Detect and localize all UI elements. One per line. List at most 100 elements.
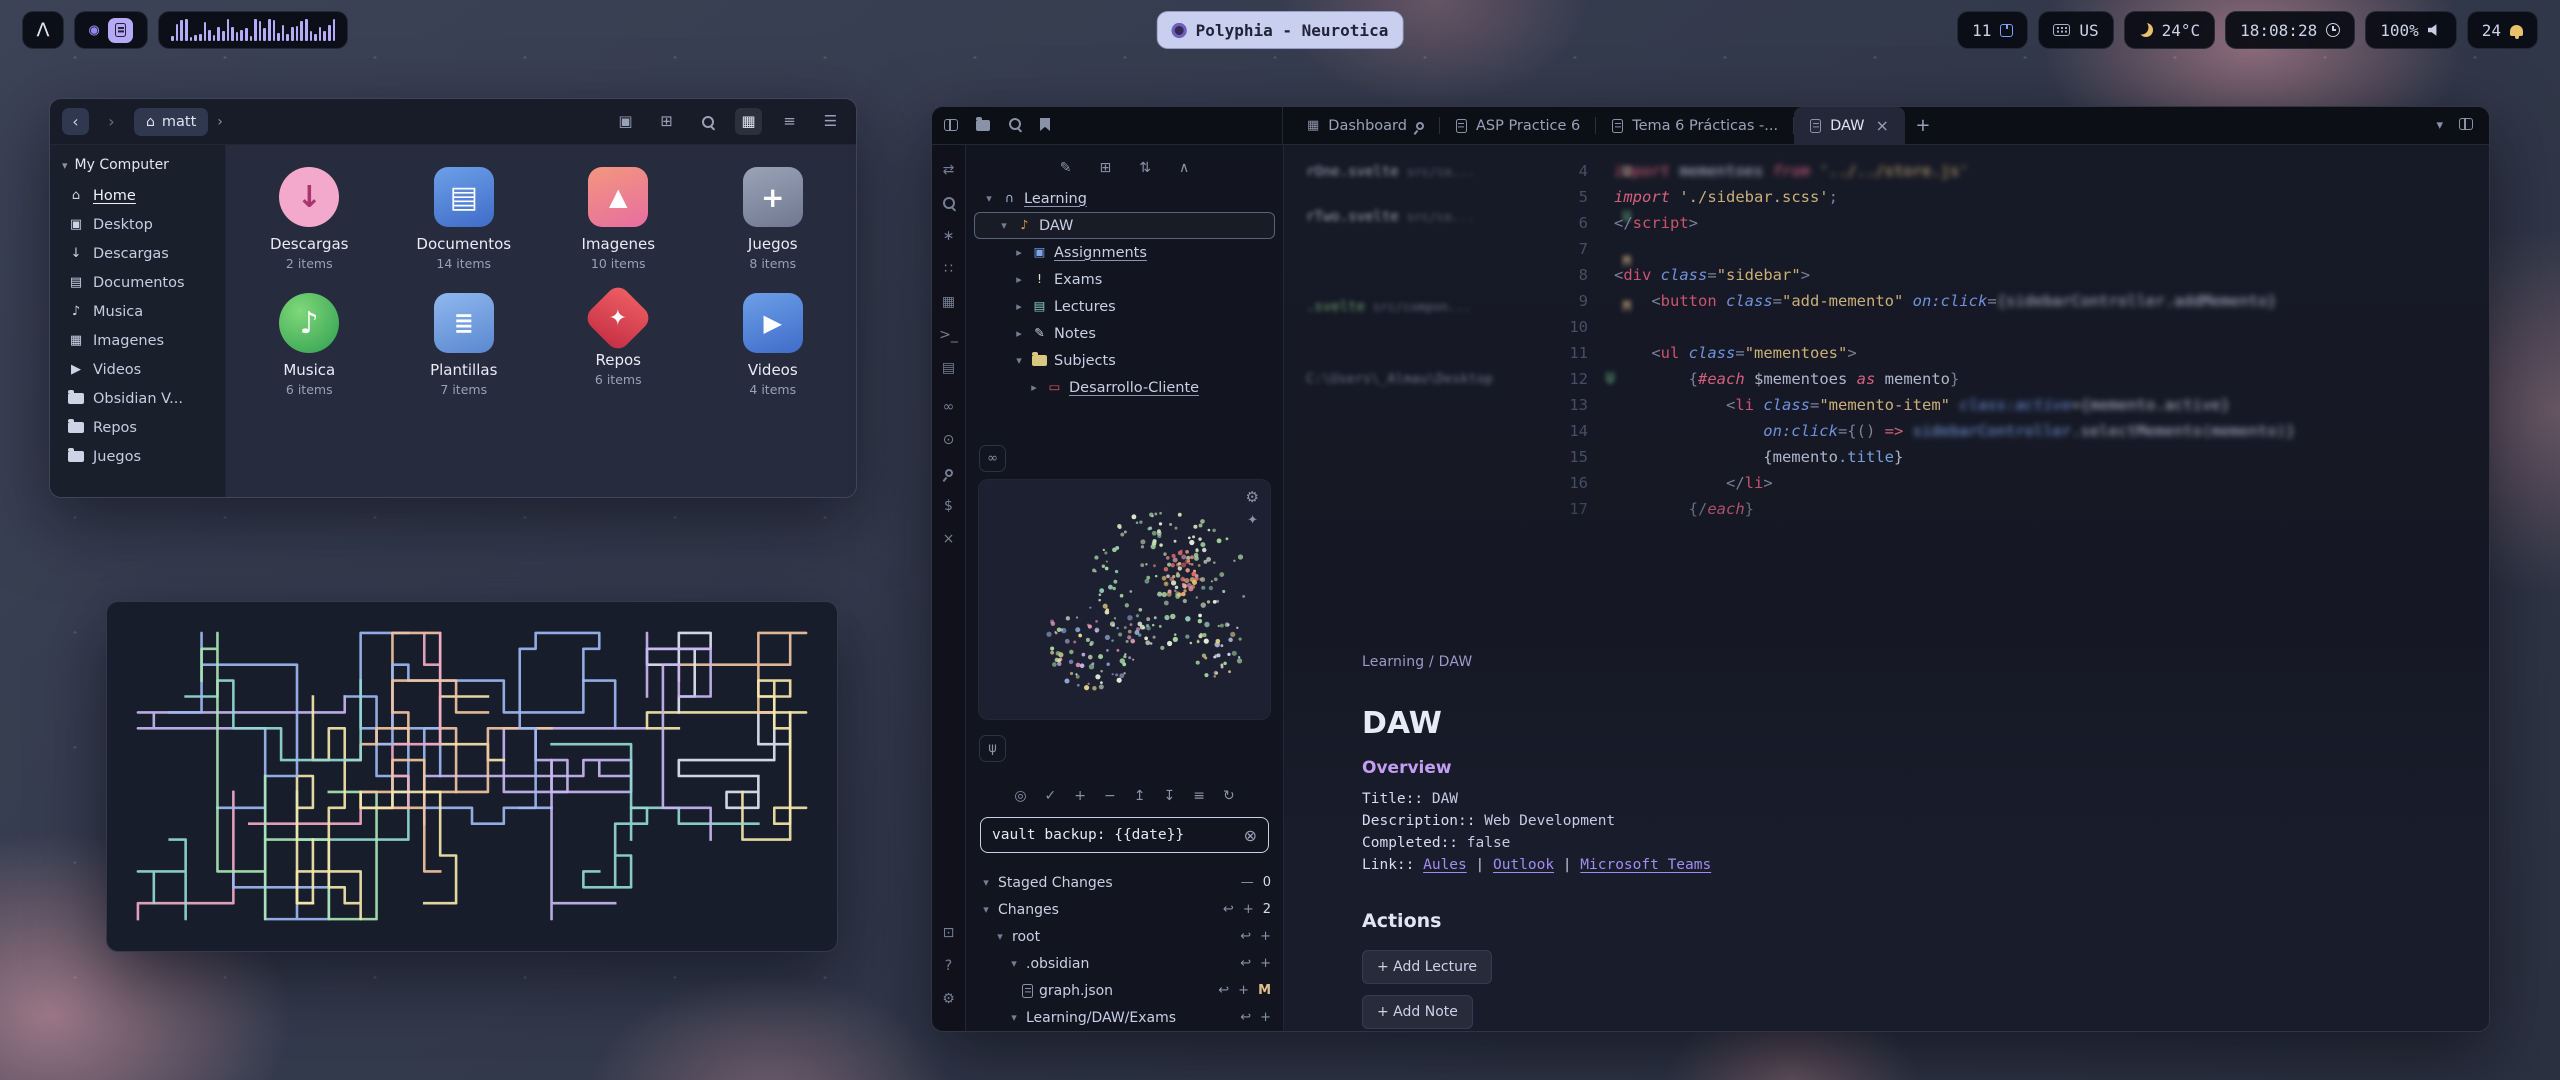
sidebar-item-documentos[interactable]: ▤Documentos — [60, 268, 215, 297]
discard-icon[interactable]: ↩ — [1218, 983, 1229, 998]
sidebar-item-imagenes[interactable]: ▦Imagenes — [60, 326, 215, 355]
collapse-all-icon[interactable]: ∧ — [1179, 161, 1189, 175]
git-row-changes[interactable]: ▾Changes↩+2 — [978, 896, 1271, 923]
tree-item-assignments[interactable]: ▸▣Assignments — [974, 239, 1275, 266]
grid-view-icon[interactable]: ▦ — [735, 108, 762, 135]
push-icon[interactable]: ↥ — [1134, 789, 1146, 803]
tree-item-desarrollo-cliente[interactable]: ▸▭Desarrollo-Cliente — [974, 374, 1275, 401]
search-icon[interactable] — [936, 190, 962, 216]
sidebar-header[interactable]: ▾ My Computer — [62, 157, 215, 173]
graph-view-panel[interactable]: ⚙ ✦ — [978, 479, 1271, 720]
tree-item-subjects[interactable]: ▾Subjects — [974, 347, 1275, 374]
git-row-staged-changes[interactable]: ▾Staged Changes—0 — [978, 869, 1271, 896]
new-folder-icon[interactable]: ⊞ — [1100, 161, 1112, 175]
sidebar-item-repos[interactable]: Repos — [60, 413, 215, 442]
sidebar-item-videos[interactable]: ▶Videos — [60, 355, 215, 384]
daily-note-icon[interactable]: ▦ — [936, 289, 962, 315]
split-vertical-icon[interactable] — [2459, 118, 2473, 134]
link-aules[interactable]: Aules — [1423, 857, 1467, 873]
updates-widget[interactable]: 11 — [1957, 11, 2028, 49]
commit-icon[interactable]: ◎ — [1014, 789, 1026, 803]
unlink-icon[interactable]: ∞ — [936, 394, 962, 420]
tab-asp-practice-6[interactable]: ASP Practice 6 — [1440, 107, 1596, 144]
sidebar-item-obsidian-v[interactable]: Obsidian V... — [60, 384, 215, 413]
canvas-icon[interactable]: ∷ — [936, 256, 962, 282]
git-row-root[interactable]: ▾root↩+ — [978, 923, 1271, 950]
chevron-right-icon[interactable]: ▸ — [1013, 273, 1025, 286]
file-manager-titlebar[interactable]: ‹ › ⌂ matt › ▣⊞▦≡☰ — [50, 99, 856, 145]
graph-view-icon[interactable]: ∗ — [936, 223, 962, 249]
new-tab-button[interactable]: + — [1905, 107, 1941, 144]
discard-icon[interactable]: ↩ — [1240, 929, 1251, 944]
bookmarks-tab-icon[interactable] — [1040, 116, 1050, 135]
commit-message-input[interactable] — [992, 827, 1236, 843]
weather-widget[interactable]: 24°C — [2124, 11, 2216, 49]
chevron-down-icon[interactable]: ▾ — [1008, 957, 1020, 970]
tab-daw[interactable]: DAW× — [1794, 107, 1905, 144]
sidebar-item-desktop[interactable]: ▣Desktop — [60, 210, 215, 239]
chevron-right-icon[interactable]: ▸ — [1013, 246, 1025, 259]
tab-dashboard[interactable]: ▦Dashboard — [1291, 107, 1440, 144]
folder-musica[interactable]: ♪Musica6 items — [232, 287, 387, 403]
sort-icon[interactable]: ⇅ — [1139, 161, 1151, 175]
tree-item-lectures[interactable]: ▸▤Lectures — [974, 293, 1275, 320]
stage-icon[interactable]: + — [1243, 902, 1254, 917]
workspace-document-icon[interactable] — [108, 18, 133, 43]
stage-icon[interactable]: + — [1260, 1010, 1271, 1025]
git-panel-toggle[interactable]: ψ — [979, 735, 1006, 762]
vault-switcher-icon[interactable]: ⊡ — [936, 920, 962, 946]
gear-icon[interactable]: ⚙ — [1246, 488, 1259, 506]
settings-icon[interactable]: ⚙ — [936, 986, 962, 1012]
new-note-icon[interactable]: ✎ — [1060, 161, 1072, 175]
pull-icon[interactable]: ↧ — [1163, 789, 1175, 803]
dash-icon[interactable]: — — [1241, 875, 1254, 890]
tab-tema-6-pr-cticas[interactable]: Tema 6 Prácticas -... — [1596, 107, 1794, 144]
refresh-icon[interactable]: ↻ — [1223, 789, 1235, 803]
breadcrumb[interactable]: ⌂ matt — [134, 108, 208, 136]
link-outlook[interactable]: Outlook — [1493, 857, 1554, 873]
tree-item-notes[interactable]: ▸✎Notes — [974, 320, 1275, 347]
folder-documentos[interactable]: ▤Documentos14 items — [387, 161, 542, 277]
launcher-button[interactable]: Λ — [22, 11, 64, 49]
filter-icon[interactable]: ✦ — [1247, 513, 1258, 528]
button-add-lecture[interactable]: + Add Lecture — [1362, 950, 1492, 984]
panel-left-toggle-icon[interactable] — [944, 116, 958, 135]
sidebar-item-descargas[interactable]: ↓Descargas — [60, 239, 215, 268]
forward-button[interactable]: › — [98, 108, 125, 135]
change-list-icon[interactable]: ≡ — [1193, 789, 1205, 803]
chevron-down-icon[interactable]: ▾ — [994, 930, 1006, 943]
book-icon[interactable]: ▤ — [936, 355, 962, 381]
stage-icon[interactable]: + — [1260, 929, 1271, 944]
unstage-all-icon[interactable]: − — [1104, 789, 1116, 803]
note-breadcrumb[interactable]: Learning / DAW — [1362, 654, 2439, 670]
chevron-down-icon[interactable]: ▾ — [998, 219, 1010, 232]
link-microsoft-teams[interactable]: Microsoft Teams — [1580, 857, 1711, 873]
notifications-widget[interactable]: 24 — [2467, 11, 2538, 49]
sidebar-item-juegos[interactable]: Juegos — [60, 442, 215, 471]
button-add-note[interactable]: + Add Note — [1362, 995, 1473, 1029]
folder-repos[interactable]: ✦Repos6 items — [541, 287, 696, 403]
tree-item-exams[interactable]: ▸!Exams — [974, 266, 1275, 293]
volume-widget[interactable]: 100% — [2365, 11, 2457, 49]
check-icon[interactable]: ✓ — [1045, 789, 1057, 803]
stage-icon[interactable]: + — [1260, 956, 1271, 971]
pin-icon[interactable] — [936, 460, 962, 486]
tree-item-learning[interactable]: ▾∩Learning — [974, 185, 1275, 212]
tree-item-daw[interactable]: ▾♪DAW — [974, 212, 1275, 239]
sidebar-item-home[interactable]: ⌂Home — [60, 181, 215, 210]
stage-icon[interactable]: + — [1238, 983, 1249, 998]
discard-icon[interactable]: ↩ — [1240, 1010, 1251, 1025]
folder-plantillas[interactable]: ≣Plantillas7 items — [387, 287, 542, 403]
clock-widget[interactable]: 18:08:28 — [2225, 11, 2355, 49]
camera-icon[interactable]: ⊙ — [936, 427, 962, 453]
tab-list-icon[interactable]: ▾ — [2436, 118, 2443, 133]
chevron-down-icon[interactable]: ▾ — [1008, 1011, 1020, 1024]
chevron-right-icon[interactable]: ▸ — [1013, 300, 1025, 313]
back-button[interactable]: ‹ — [62, 108, 89, 135]
git-row-learning-daw-exams[interactable]: ▾Learning/DAW/Exams↩+ — [978, 1004, 1271, 1031]
close-icon[interactable]: × — [936, 526, 962, 552]
donate-icon[interactable]: $ — [936, 493, 962, 519]
quick-switcher-icon[interactable]: ⇄ — [936, 157, 962, 183]
stage-all-icon[interactable]: + — [1074, 789, 1086, 803]
search-tab-icon[interactable] — [1008, 116, 1022, 135]
